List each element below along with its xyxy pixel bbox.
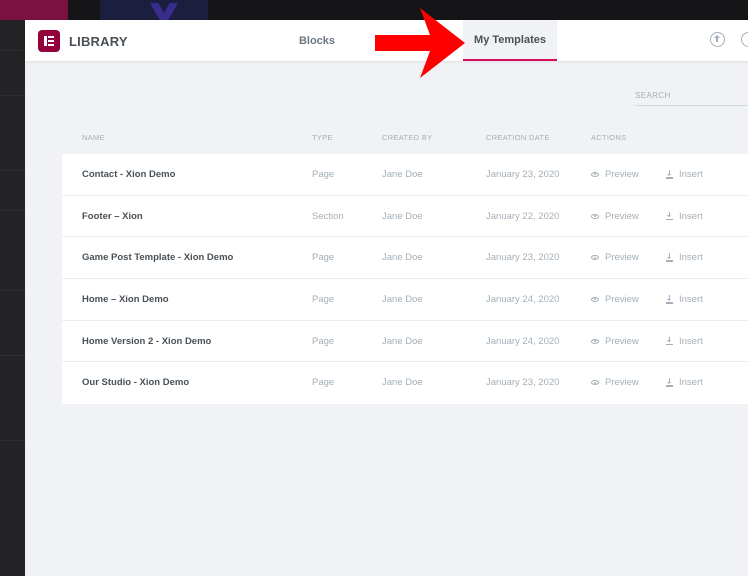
download-icon bbox=[666, 336, 673, 346]
template-date: January 24, 2020 bbox=[486, 335, 560, 347]
upload-icon[interactable] bbox=[710, 32, 725, 47]
template-author: Jane Doe bbox=[382, 335, 423, 347]
editor-left-panel bbox=[0, 20, 25, 576]
template-name: Contact - Xion Demo bbox=[82, 169, 176, 180]
insert-label: Insert bbox=[679, 210, 703, 222]
template-date: January 23, 2020 bbox=[486, 377, 560, 389]
template-name: Footer – Xion bbox=[82, 210, 143, 222]
eye-icon bbox=[591, 255, 599, 261]
template-name: Home – Xion Demo bbox=[82, 294, 169, 306]
template-type: Page bbox=[312, 377, 335, 389]
insert-label: Insert bbox=[679, 169, 703, 180]
column-header-creation-date: CREATION DATE bbox=[486, 133, 550, 142]
tab-my-templates[interactable]: My Templates bbox=[463, 20, 557, 61]
eye-icon bbox=[591, 380, 599, 386]
insert-button[interactable]: Insert bbox=[666, 196, 703, 237]
table-row: Footer – Xion Section Jane Doe January 2… bbox=[62, 196, 748, 238]
table-row: Contact - Xion Demo Page Jane Doe Januar… bbox=[62, 154, 748, 196]
download-icon bbox=[666, 378, 673, 387]
download-icon bbox=[666, 170, 673, 179]
preview-button[interactable]: Preview bbox=[591, 196, 639, 237]
preview-label: Preview bbox=[605, 169, 639, 180]
column-header-type: TYPE bbox=[312, 133, 333, 142]
insert-label: Insert bbox=[679, 294, 703, 306]
preview-button[interactable]: Preview bbox=[591, 362, 639, 403]
preview-label: Preview bbox=[605, 335, 639, 347]
template-name: Home Version 2 - Xion Demo bbox=[82, 335, 212, 347]
modal-title: LIBRARY bbox=[69, 34, 128, 49]
column-header-created-by: CREATED BY bbox=[382, 133, 433, 142]
insert-button[interactable]: Insert bbox=[666, 321, 703, 362]
annotation-arrow-icon bbox=[375, 8, 465, 78]
eye-icon bbox=[591, 213, 599, 219]
elementor-logo-icon bbox=[38, 30, 60, 52]
table-row: Home Version 2 - Xion Demo Page Jane Doe… bbox=[62, 321, 748, 363]
template-type: Page bbox=[312, 294, 335, 306]
insert-button[interactable]: Insert bbox=[666, 237, 703, 278]
template-type: Page bbox=[312, 335, 335, 347]
table-row: Home – Xion Demo Page Jane Doe January 2… bbox=[62, 279, 748, 321]
insert-button[interactable]: Insert bbox=[666, 154, 703, 195]
template-author: Jane Doe bbox=[382, 169, 423, 180]
template-date: January 23, 2020 bbox=[486, 169, 560, 180]
download-icon bbox=[666, 211, 673, 221]
eye-icon bbox=[591, 297, 599, 303]
editor-topbar-accent bbox=[0, 0, 68, 20]
template-type: Page bbox=[312, 169, 335, 180]
template-type: Page bbox=[312, 252, 335, 264]
template-author: Jane Doe bbox=[382, 210, 423, 222]
preview-label: Preview bbox=[605, 252, 639, 264]
template-date: January 23, 2020 bbox=[486, 252, 560, 264]
preview-button[interactable]: Preview bbox=[591, 154, 639, 195]
eye-icon bbox=[591, 338, 599, 344]
template-author: Jane Doe bbox=[382, 252, 423, 264]
template-name: Our Studio - Xion Demo bbox=[82, 377, 190, 389]
preview-label: Preview bbox=[605, 377, 639, 389]
template-date: January 22, 2020 bbox=[486, 210, 560, 222]
eye-icon bbox=[591, 172, 599, 177]
templates-table: Contact - Xion Demo Page Jane Doe Januar… bbox=[62, 154, 748, 405]
insert-button[interactable]: Insert bbox=[666, 279, 703, 320]
template-author: Jane Doe bbox=[382, 294, 423, 306]
tab-blocks[interactable]: Blocks bbox=[285, 20, 349, 61]
insert-button[interactable]: Insert bbox=[666, 362, 703, 403]
library-modal: LIBRARY Blocks My Templates NAME TYPE CR… bbox=[25, 20, 748, 576]
column-header-name: NAME bbox=[82, 133, 105, 142]
download-icon bbox=[666, 253, 673, 262]
template-name: Game Post Template - Xion Demo bbox=[82, 252, 234, 264]
preview-label: Preview bbox=[605, 294, 639, 306]
column-header-actions: ACTIONS bbox=[591, 133, 627, 142]
table-row: Our Studio - Xion Demo Page Jane Doe Jan… bbox=[62, 362, 748, 404]
table-row: Game Post Template - Xion Demo Page Jane… bbox=[62, 237, 748, 280]
preview-button[interactable]: Preview bbox=[591, 237, 639, 278]
insert-label: Insert bbox=[679, 377, 703, 389]
preview-button[interactable]: Preview bbox=[591, 279, 639, 320]
template-date: January 24, 2020 bbox=[486, 294, 560, 306]
preview-label: Preview bbox=[605, 210, 639, 222]
sync-icon[interactable] bbox=[741, 32, 748, 47]
template-author: Jane Doe bbox=[382, 377, 423, 389]
preview-button[interactable]: Preview bbox=[591, 321, 639, 362]
search-input[interactable] bbox=[635, 88, 748, 106]
download-icon bbox=[666, 295, 673, 304]
insert-label: Insert bbox=[679, 252, 703, 264]
insert-label: Insert bbox=[679, 335, 703, 347]
template-type: Section bbox=[312, 210, 344, 222]
